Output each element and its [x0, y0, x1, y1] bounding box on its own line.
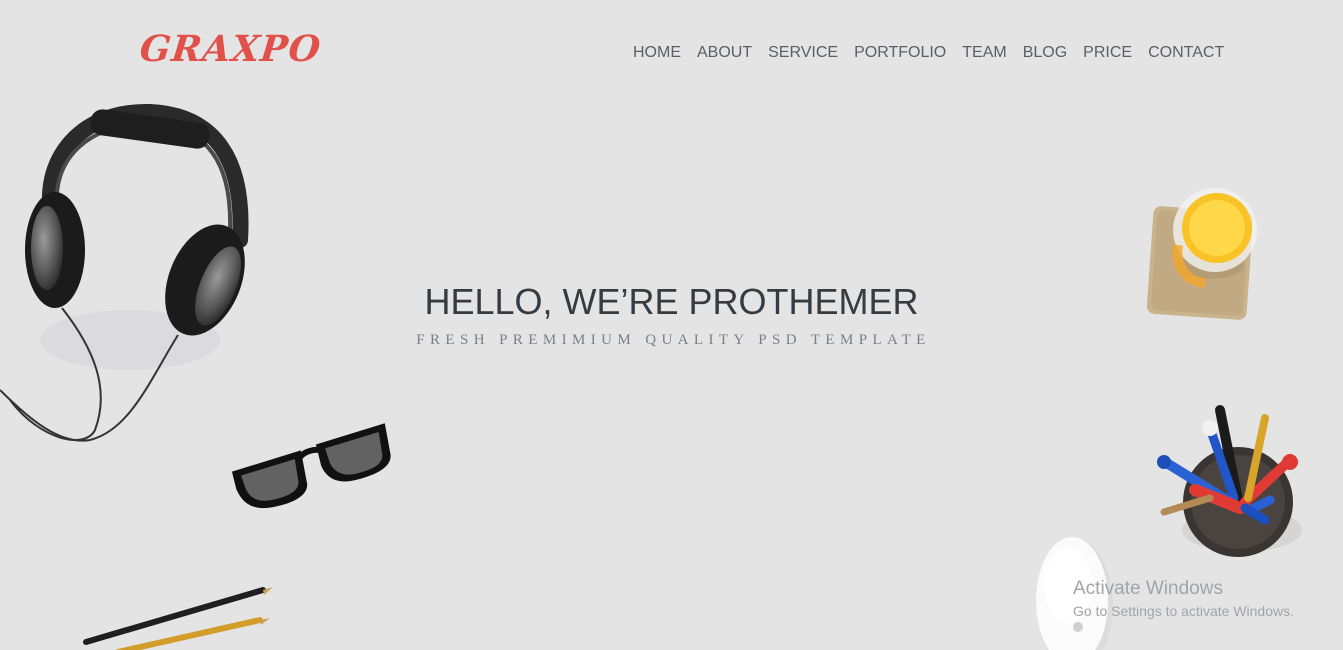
juice-glass-icon — [1146, 188, 1257, 320]
nav-item-price[interactable]: PRICE — [1083, 44, 1132, 62]
main-nav: HOME ABOUT SERVICE PORTFOLIO TEAM BLOG P… — [633, 42, 1224, 64]
pencils-icon — [83, 587, 273, 650]
nav-item-contact[interactable]: CONTACT — [1148, 44, 1224, 62]
hero-page: GRAXPO HOME ABOUT SERVICE PORTFOLIO TEAM… — [0, 0, 1343, 650]
headphones-icon — [0, 103, 249, 442]
nav-item-team[interactable]: TEAM — [962, 44, 1006, 62]
glasses-icon — [231, 423, 391, 509]
watermark-title: Activate Windows — [1073, 578, 1223, 599]
site-logo[interactable]: GRAXPO — [138, 28, 323, 70]
nav-item-about[interactable]: ABOUT — [697, 44, 752, 62]
nav-item-service[interactable]: SERVICE — [768, 44, 838, 62]
pen-cup-icon — [1157, 405, 1302, 557]
nav-item-portfolio[interactable]: PORTFOLIO — [854, 44, 946, 62]
nav-item-blog[interactable]: BLOG — [1023, 44, 1067, 62]
windows-activation-watermark: Activate Windows Go to Settings to activ… — [1073, 578, 1294, 621]
watermark-subtitle: Go to Settings to activate Windows. — [1073, 603, 1294, 619]
nav-item-home[interactable]: HOME — [633, 44, 681, 62]
